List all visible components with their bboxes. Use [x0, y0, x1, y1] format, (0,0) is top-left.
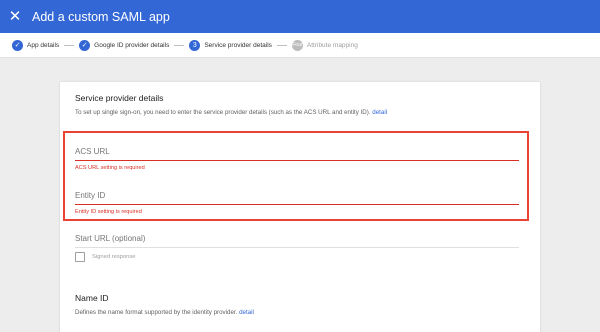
name-id-description-text: Defines the name format supported by the… [75, 309, 238, 316]
acs-url-error: ACS URL setting is required [75, 165, 145, 171]
section-title: Service provider details [75, 93, 164, 103]
entity-id-error: Entity ID setting is required [75, 209, 142, 215]
entity-id-input[interactable] [75, 189, 519, 205]
step-label: Attribute mapping [306, 41, 358, 49]
step-app-details[interactable]: ✓ App details [12, 39, 60, 51]
step-connector [276, 44, 287, 46]
step-service-provider-details[interactable]: 3 Service provider details [189, 39, 272, 51]
page-title: Add a custom SAML app [32, 9, 170, 24]
step-number: 3 [189, 39, 201, 51]
acs-url-input[interactable] [75, 145, 519, 161]
service-provider-card: Service provider details To set up singl… [60, 82, 540, 332]
section-description-text: To set up single sign-on, you need to en… [75, 109, 371, 116]
stepper: ✓ App details ✓ Google ID provider detai… [0, 33, 600, 58]
section-description: To set up single sign-on, you need to en… [75, 109, 387, 116]
check-icon: ✓ [79, 39, 91, 51]
step-google-idp-details[interactable]: ✓ Google ID provider details [79, 39, 170, 51]
entity-id-field: Entity ID setting is required [75, 189, 519, 215]
detail-link[interactable]: detail [372, 109, 387, 116]
signed-response-checkbox[interactable] [75, 252, 85, 262]
acs-url-field: ACS URL setting is required [75, 145, 519, 171]
step-number: Four [291, 39, 303, 51]
check-icon: ✓ [12, 39, 23, 51]
signed-response-label: Signed response [92, 254, 136, 260]
step-attribute-mapping[interactable]: Four Attribute mapping [291, 39, 358, 51]
name-id-description: Defines the name format supported by the… [75, 309, 254, 316]
signed-response-row: Signed response [75, 252, 136, 262]
step-connector [64, 44, 75, 46]
close-icon[interactable]: ✕ [0, 0, 30, 33]
step-connector [174, 44, 185, 46]
top-app-bar: ✕ Add a custom SAML app [0, 0, 600, 33]
name-id-title: Name ID [75, 293, 109, 303]
start-url-input[interactable] [75, 232, 519, 248]
start-url-field [75, 232, 519, 248]
step-label: Google ID provider details [94, 41, 170, 49]
name-id-detail-link[interactable]: detail [239, 309, 254, 316]
step-label: App details [27, 41, 60, 49]
step-label: Service provider details [204, 41, 272, 49]
